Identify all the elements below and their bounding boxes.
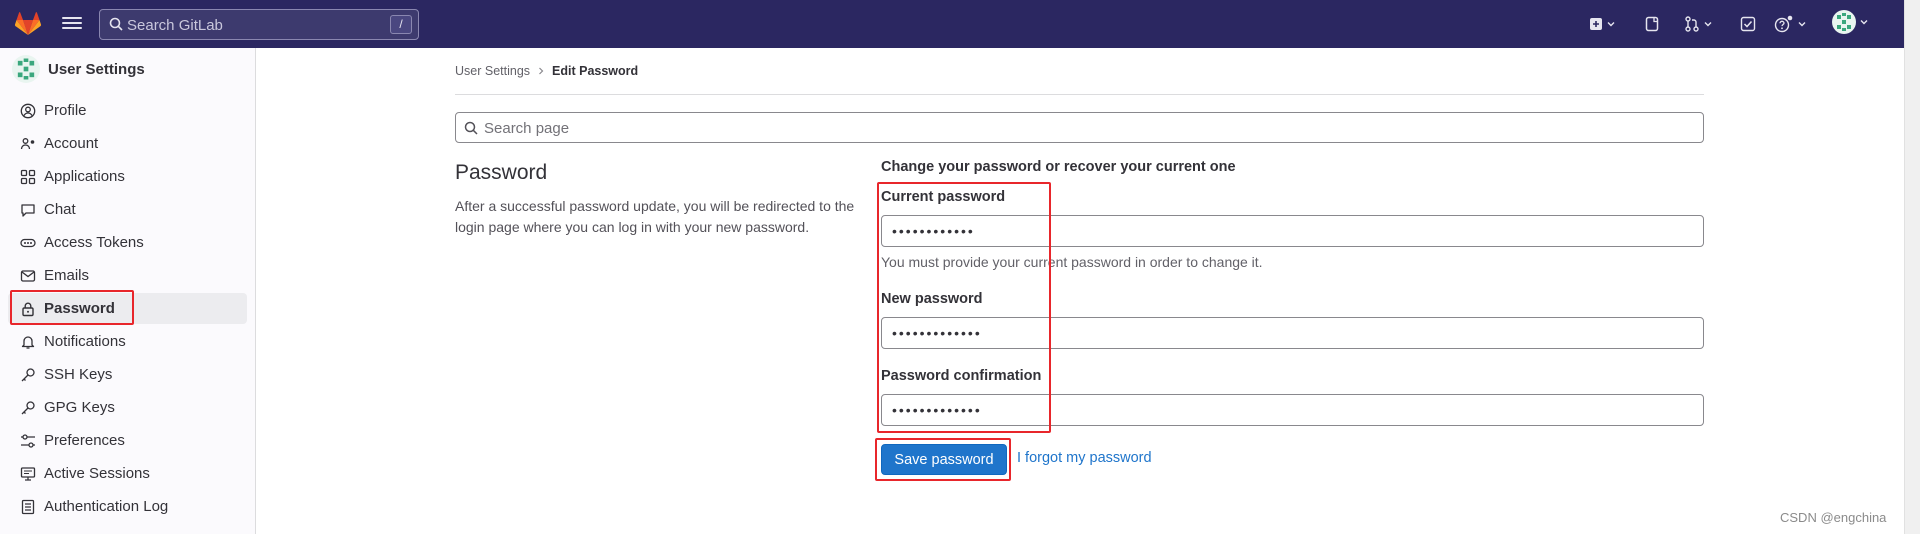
sidebar-item-label: Active Sessions: [44, 465, 150, 482]
account-icon: [20, 136, 36, 152]
chevron-right-icon: [539, 67, 544, 75]
sidebar-header[interactable]: User Settings: [12, 55, 145, 83]
profile-icon: [20, 103, 36, 119]
sidebar-item-label: Access Tokens: [44, 234, 144, 251]
search-icon: [464, 121, 478, 135]
sidebar-title: User Settings: [48, 60, 145, 78]
section-title: Password: [455, 161, 548, 184]
sidebar-item-gpg-keys[interactable]: GPG Keys: [8, 392, 247, 423]
sidebar-item-label: GPG Keys: [44, 399, 115, 416]
settings-sidebar: User Settings Profile Account Applicatio…: [0, 48, 256, 534]
sidebar-item-password[interactable]: Password: [8, 293, 247, 324]
sidebar-item-authentication-log[interactable]: Authentication Log: [8, 491, 247, 522]
current-password-field[interactable]: ••••••••••••: [881, 215, 1704, 247]
section-description: After a successful password update, you …: [455, 198, 855, 235]
sidebar-item-label: Notifications: [44, 333, 126, 350]
sidebar-item-label: Emails: [44, 267, 90, 284]
sidebar-item-account[interactable]: Account: [8, 128, 247, 159]
chevron-down-icon: [1798, 22, 1806, 27]
page-search-placeholder: Search page: [484, 120, 570, 137]
plus-square-icon: [1590, 18, 1602, 30]
new-password-label: New password: [881, 291, 983, 307]
search-icon: [109, 17, 123, 31]
sidebar-item-label: Profile: [44, 102, 87, 119]
help-icon: [1774, 15, 1793, 33]
monitor-icon: [20, 466, 36, 482]
sidebar-item-label: Account: [44, 135, 99, 152]
global-search-input[interactable]: Search GitLab /: [99, 9, 419, 40]
password-confirmation-field[interactable]: •••••••••••••: [881, 394, 1704, 426]
sidebar-item-label: Preferences: [44, 432, 125, 449]
todos-button[interactable]: [1740, 14, 1756, 34]
gitlab-logo-icon[interactable]: [14, 12, 42, 36]
sidebar-item-active-sessions[interactable]: Active Sessions: [8, 458, 247, 489]
todo-check-icon: [1740, 16, 1756, 32]
current-password-label: Current password: [881, 189, 1006, 205]
divider: [455, 94, 1704, 95]
bell-icon: [20, 334, 36, 350]
key-icon: [20, 367, 36, 383]
merge-requests-button[interactable]: [1684, 14, 1712, 34]
search-placeholder: Search GitLab: [127, 17, 223, 34]
sidebar-item-preferences[interactable]: Preferences: [8, 425, 247, 456]
sidebar-item-label: Password: [44, 300, 115, 317]
sidebar-item-notifications[interactable]: Notifications: [8, 326, 247, 357]
sidebar-item-access-tokens[interactable]: Access Tokens: [8, 227, 247, 258]
password-confirmation-label: Password confirmation: [881, 368, 1042, 384]
chat-icon: [20, 202, 36, 218]
current-password-help: You must provide your current password i…: [881, 254, 1263, 270]
page-search-input[interactable]: Search page: [455, 112, 1704, 143]
breadcrumb-parent-link[interactable]: User Settings: [455, 64, 530, 78]
breadcrumb-current: Edit Password: [552, 64, 639, 78]
chevron-down-icon: [1607, 22, 1615, 27]
key-icon: [20, 400, 36, 416]
applications-icon: [20, 169, 36, 185]
sidebar-item-applications[interactable]: Applications: [8, 161, 247, 192]
forgot-password-link[interactable]: I forgot my password: [1017, 450, 1152, 466]
issues-icon: [1645, 16, 1659, 32]
create-new-button[interactable]: [1589, 14, 1615, 34]
form-heading: Change your password or recover your cur…: [881, 159, 1236, 175]
sidebar-item-ssh-keys[interactable]: SSH Keys: [8, 359, 247, 390]
help-button[interactable]: [1774, 14, 1806, 34]
user-avatar: [1832, 10, 1856, 34]
new-password-field[interactable]: •••••••••••••: [881, 317, 1704, 349]
user-menu-button[interactable]: [1832, 10, 1868, 34]
watermark: CSDN @engchina: [1780, 510, 1887, 525]
preferences-icon: [20, 433, 36, 449]
sidebar-item-label: Chat: [44, 201, 76, 218]
menu-icon[interactable]: [62, 14, 82, 34]
breadcrumb: User Settings Edit Password: [455, 64, 638, 78]
issues-button[interactable]: [1645, 14, 1659, 34]
sidebar-item-label: SSH Keys: [44, 366, 113, 383]
lock-icon: [20, 301, 36, 317]
top-navbar: Search GitLab /: [0, 0, 1904, 48]
sidebar-item-emails[interactable]: Emails: [8, 260, 247, 291]
log-icon: [20, 499, 36, 515]
save-password-button[interactable]: Save password: [881, 444, 1007, 475]
sidebar-item-label: Authentication Log: [44, 498, 169, 515]
page-scrollbar[interactable]: [1904, 0, 1920, 534]
user-avatar: [12, 55, 40, 83]
chevron-down-icon: [1860, 20, 1868, 25]
sidebar-item-label: Applications: [44, 168, 125, 185]
search-shortcut-key: /: [390, 15, 412, 34]
mail-icon: [20, 268, 36, 284]
chevron-down-icon: [1704, 22, 1712, 27]
token-icon: [20, 235, 36, 251]
sidebar-item-chat[interactable]: Chat: [8, 194, 247, 225]
merge-request-icon: [1685, 16, 1699, 32]
sidebar-item-profile[interactable]: Profile: [8, 95, 247, 126]
